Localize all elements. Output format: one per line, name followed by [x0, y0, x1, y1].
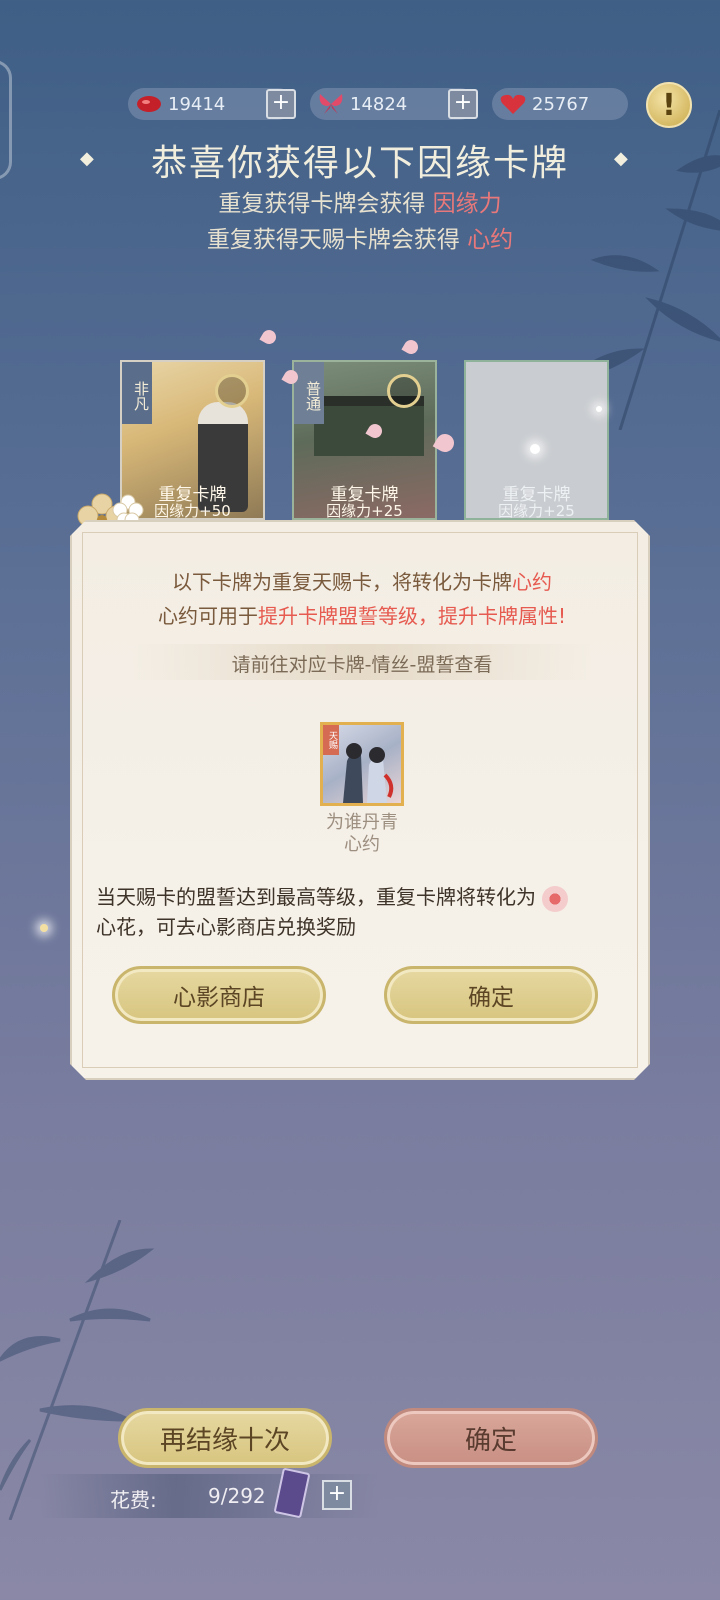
repeat-gift-card-info-line: 重复获得天赐卡牌会获得 心约: [0, 220, 720, 254]
card-reward-amount: 因缘力+25: [498, 502, 575, 520]
dialog-hint-text: 请前往对应卡牌-情丝-盟誓查看: [231, 654, 493, 676]
obtained-card-2[interactable]: 普通 重复卡牌 因缘力+25: [292, 360, 437, 520]
cost-value: 9/292: [208, 1484, 266, 1508]
currency-heart: 25767: [492, 88, 628, 120]
cost-label: 花费:: [110, 1488, 157, 1512]
sparkle-decoration: [530, 444, 540, 454]
reward-card-thumbnail[interactable]: 天赐: [320, 722, 404, 806]
card-reward-amount: 因缘力+25: [326, 502, 403, 520]
dialog-note-part2: 心花，可去心影商店兑换奖励: [96, 915, 356, 939]
card-medal-icon: [215, 374, 249, 408]
currency-butterfly: 14824 +: [310, 88, 478, 120]
heart-flower-icon: [542, 886, 568, 912]
draw-ten-again-button[interactable]: 再结缘十次: [118, 1408, 332, 1468]
repeat-card-info-text: 重复获得卡牌会获得: [218, 191, 426, 217]
dialog-confirm-button[interactable]: 确定: [384, 966, 598, 1024]
repeat-gift-card-info-text: 重复获得天赐卡牌会获得: [206, 227, 460, 253]
butterfly-icon: [316, 89, 346, 119]
red-bean-count: 19414: [168, 93, 226, 115]
reward-card-name: 为谁丹青 心约: [72, 812, 652, 856]
card-medal-icon: [387, 374, 421, 408]
add-ticket-button[interactable]: +: [322, 1480, 352, 1510]
heart-shadow-shop-button[interactable]: 心影商店: [112, 966, 326, 1024]
repeat-card-info-line: 重复获得卡牌会获得 因缘力: [0, 184, 720, 218]
sparkle-decoration: [596, 406, 602, 412]
repeat-card-reward-highlight: 因缘力: [432, 191, 502, 217]
dialog-note: 当天赐卡的盟誓达到最高等级，重复卡牌将转化为 心花，可去心影商店兑换奖励: [96, 882, 626, 942]
dialog-line-1-text: 以下卡牌为重复天赐卡，将转化为卡牌: [172, 570, 512, 594]
add-butterfly-button[interactable]: +: [448, 89, 478, 119]
heart-icon: [498, 89, 528, 119]
sparkle-decoration: [40, 924, 48, 932]
reward-card-tag: 天赐: [323, 725, 339, 755]
congrats-title: 恭喜你获得以下因缘卡牌: [150, 143, 569, 184]
alert-info-button[interactable]: !: [646, 82, 692, 128]
dialog-line-2-highlight: 提升卡牌盟誓等级，提升卡牌属性!: [257, 604, 567, 628]
reward-card-type: 心约: [344, 834, 380, 855]
card-rarity-ribbon: 普通: [294, 362, 324, 424]
petal-decoration: [401, 337, 421, 357]
reward-card-title: 为谁丹青: [326, 812, 398, 833]
card-rarity-ribbon: 非凡: [122, 362, 152, 424]
dialog-line-1: 以下卡牌为重复天赐卡，将转化为卡牌心约: [72, 566, 652, 595]
duplicate-card-dialog: 以下卡牌为重复天赐卡，将转化为卡牌心约 心约可用于提升卡牌盟誓等级，提升卡牌属性…: [70, 520, 650, 1080]
dialog-line-2-text: 心约可用于: [157, 604, 258, 628]
currency-red-bean: 19414 +: [128, 88, 296, 120]
dialog-line-2: 心约可用于提升卡牌盟誓等级，提升卡牌属性!: [72, 600, 652, 629]
dialog-note-part1: 当天赐卡的盟誓达到最高等级，重复卡牌将转化为: [96, 885, 536, 909]
repeat-gift-card-reward-highlight: 心约: [467, 227, 514, 253]
obtained-card-3[interactable]: 重复卡牌 因缘力+25: [464, 360, 609, 520]
bottom-confirm-button[interactable]: 确定: [384, 1408, 598, 1468]
red-bean-icon: [134, 89, 164, 119]
butterfly-count: 14824: [350, 93, 408, 115]
add-red-bean-button[interactable]: +: [266, 89, 296, 119]
petal-decoration: [259, 327, 279, 347]
heart-count: 25767: [532, 93, 590, 115]
dialog-line-1-highlight: 心约: [512, 570, 552, 594]
